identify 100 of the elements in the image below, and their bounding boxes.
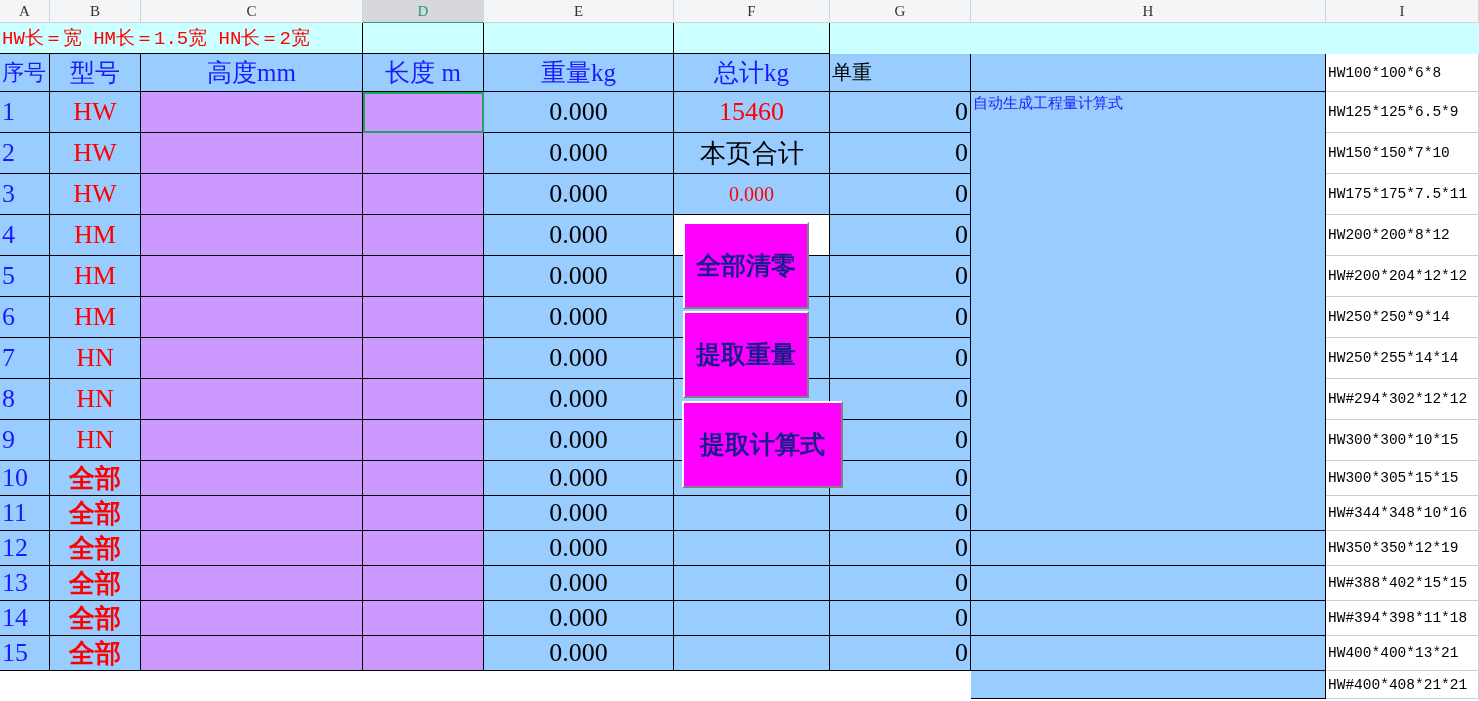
column-header[interactable]: B: [50, 0, 141, 23]
input-cell[interactable]: [141, 338, 363, 379]
input-cell[interactable]: [141, 297, 363, 338]
input-cell[interactable]: [141, 601, 363, 636]
table-cell: HN: [50, 338, 141, 379]
table-cell: HW150*150*7*10: [1326, 133, 1479, 174]
input-cell[interactable]: [363, 338, 484, 379]
table-cell: 全部: [50, 496, 141, 531]
table-cell: 9: [0, 420, 50, 461]
input-cell[interactable]: [363, 174, 484, 215]
table-cell: 0.000: [484, 461, 674, 496]
table-cell: 本页合计: [674, 133, 830, 174]
table-cell: 6: [0, 297, 50, 338]
input-cell[interactable]: [363, 256, 484, 297]
input-cell[interactable]: [363, 92, 484, 133]
column-header[interactable]: I: [1326, 0, 1479, 23]
table-cell: 2: [0, 133, 50, 174]
table-cell: HM: [50, 215, 141, 256]
table-cell: HW300*300*10*15: [1326, 420, 1479, 461]
table-cell: HW200*200*8*12: [1326, 215, 1479, 256]
table-cell: HN: [50, 379, 141, 420]
macro-button[interactable]: 提取计算式: [682, 401, 843, 488]
table-cell: 1: [0, 92, 50, 133]
table-cell: 0.000: [484, 133, 674, 174]
input-cell[interactable]: [363, 461, 484, 496]
table-cell: HW: [50, 92, 141, 133]
table-cell: HM: [50, 297, 141, 338]
column-heading: 总计kg: [674, 54, 830, 92]
input-cell[interactable]: [363, 133, 484, 174]
input-cell[interactable]: [363, 215, 484, 256]
table-cell: HW#344*348*10*16: [1326, 496, 1479, 531]
input-cell[interactable]: [363, 420, 484, 461]
table-cell: 7: [0, 338, 50, 379]
column-heading: 重量kg: [484, 54, 674, 92]
column-header[interactable]: A: [0, 0, 50, 23]
input-cell[interactable]: [141, 531, 363, 566]
table-cell: HW400*400*13*21: [1326, 636, 1479, 671]
column-header[interactable]: G: [830, 0, 971, 23]
table-cell: 0: [830, 215, 971, 256]
table-cell: 0: [830, 133, 971, 174]
table-cell: HM: [50, 256, 141, 297]
input-cell[interactable]: [141, 636, 363, 671]
macro-button[interactable]: 提取重量: [683, 311, 809, 398]
table-cell: 0: [830, 636, 971, 671]
table-cell: 3: [0, 174, 50, 215]
table-cell: HW#294*302*12*12: [1326, 379, 1479, 420]
table-cell: 0.000: [484, 174, 674, 215]
table-cell: 10: [0, 461, 50, 496]
input-cell[interactable]: [141, 496, 363, 531]
column-heading: 序号: [0, 54, 50, 92]
table-cell: HN: [50, 420, 141, 461]
table-cell: 0.000: [484, 379, 674, 420]
input-cell[interactable]: [141, 133, 363, 174]
column-header[interactable]: E: [484, 0, 674, 23]
column-header[interactable]: C: [141, 0, 363, 23]
table-cell: 全部: [50, 531, 141, 566]
table-cell: 4: [0, 215, 50, 256]
table-cell: 0.000: [484, 215, 674, 256]
table-cell: 8: [0, 379, 50, 420]
table-cell: 15: [0, 636, 50, 671]
column-header[interactable]: H: [971, 0, 1326, 23]
table-cell: 14: [0, 601, 50, 636]
table-cell: 0.000: [484, 256, 674, 297]
column-header[interactable]: F: [674, 0, 830, 23]
table-cell: HW#394*398*11*18: [1326, 601, 1479, 636]
table-cell: 0.000: [484, 92, 674, 133]
table-cell: HW175*175*7.5*11: [1326, 174, 1479, 215]
table-cell: 0: [830, 92, 971, 133]
table-cell: 0: [830, 256, 971, 297]
table-cell: 13: [0, 566, 50, 601]
input-cell[interactable]: [141, 566, 363, 601]
column-heading: 型号: [50, 54, 141, 92]
table-cell: 全部: [50, 636, 141, 671]
table-cell: 0.000: [484, 338, 674, 379]
table-cell: 0: [830, 338, 971, 379]
table-cell: 0.000: [484, 297, 674, 338]
table-cell: 11: [0, 496, 50, 531]
table-cell: 0: [830, 601, 971, 636]
input-cell[interactable]: [363, 531, 484, 566]
table-cell: 0: [830, 461, 971, 496]
input-cell[interactable]: [363, 636, 484, 671]
input-cell[interactable]: [363, 297, 484, 338]
input-cell[interactable]: [141, 256, 363, 297]
input-cell[interactable]: [363, 496, 484, 531]
input-cell[interactable]: [141, 420, 363, 461]
table-cell: 0.000: [484, 496, 674, 531]
table-cell: 0: [830, 566, 971, 601]
input-cell[interactable]: [363, 379, 484, 420]
table-cell: 0.000: [484, 566, 674, 601]
input-cell[interactable]: [363, 566, 484, 601]
macro-button[interactable]: 全部清零: [683, 222, 809, 309]
table-cell: 15460: [674, 92, 830, 133]
input-cell[interactable]: [141, 174, 363, 215]
column-heading: 高度mm: [141, 54, 363, 92]
table-cell: 0: [830, 297, 971, 338]
input-cell[interactable]: [141, 215, 363, 256]
input-cell[interactable]: [363, 601, 484, 636]
input-cell[interactable]: [141, 461, 363, 496]
input-cell[interactable]: [141, 92, 363, 133]
input-cell[interactable]: [141, 379, 363, 420]
